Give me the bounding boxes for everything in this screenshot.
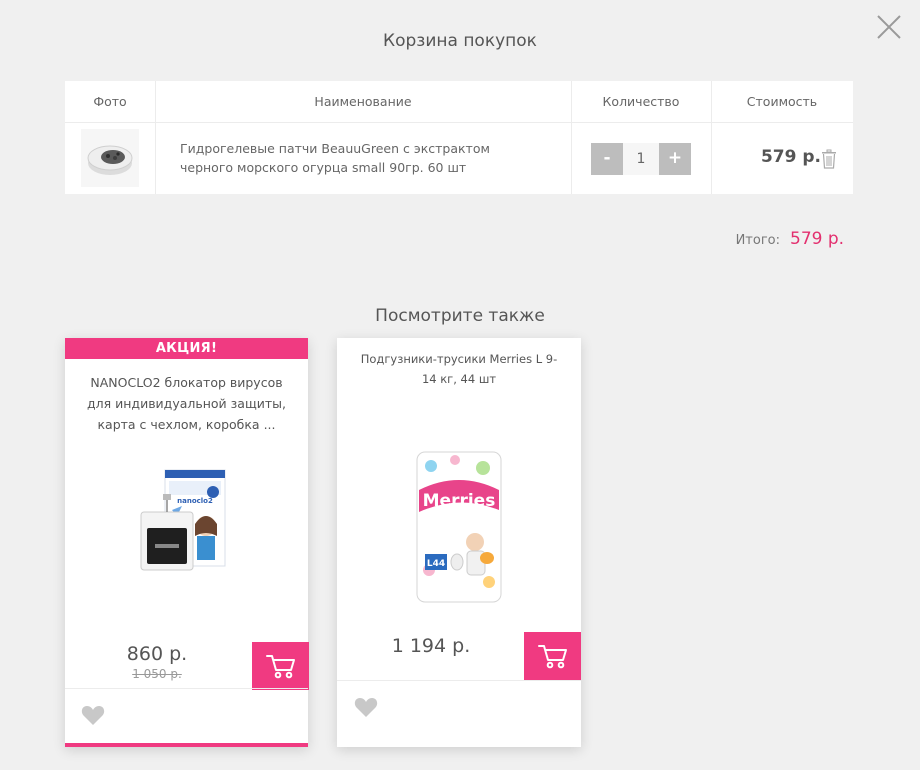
add-to-cart-button[interactable] [524, 632, 581, 680]
table-header: Фото Наименование Количество Стоимость [65, 81, 853, 123]
header-photo: Фото [93, 94, 127, 109]
header-cost: Стоимость [746, 94, 818, 109]
header-quantity: Количество [602, 94, 680, 109]
promo-badge: АКЦИЯ! [65, 338, 308, 359]
total-label: Итого: [735, 233, 780, 248]
column-divider [155, 81, 156, 194]
cart-icon [265, 655, 295, 679]
trash-icon[interactable] [821, 149, 837, 169]
qty-input[interactable]: 1 [623, 143, 659, 175]
product-size-badge: L44 [427, 559, 445, 569]
header-name: Наименование [314, 94, 412, 109]
card-accent-line [65, 743, 308, 747]
product-old-price: 1 050 р. [132, 667, 182, 681]
product-price: 1 194 р. [391, 635, 471, 657]
product-image-text: nanoclo2 [177, 497, 213, 505]
product-card[interactable]: АКЦИЯ! NANOCLO2 блокатор вирусов для инд… [65, 338, 309, 747]
modal-title: Корзина покупок [383, 31, 537, 51]
product-name[interactable]: Гидрогелевые патчи BeauuGreen с экстракт… [180, 139, 540, 177]
heart-icon[interactable] [81, 704, 105, 726]
product-image[interactable]: nanoclo2 [127, 468, 257, 580]
qty-decrease-button[interactable]: - [591, 143, 623, 175]
product-image-text: Merries [423, 491, 496, 511]
cart-icon [537, 645, 567, 669]
recommendations-title: Посмотрите также [375, 306, 545, 326]
row-price: 579 р. [760, 147, 821, 167]
cart-table: Фото Наименование Количество Стоимость Г… [65, 81, 853, 194]
column-divider [711, 81, 712, 194]
total-value: 579 р. [790, 229, 845, 249]
card-divider [337, 680, 581, 681]
add-to-cart-button[interactable] [252, 642, 309, 690]
product-image[interactable]: Merries L44 [415, 450, 503, 606]
heart-icon[interactable] [354, 696, 378, 718]
column-divider [571, 81, 572, 194]
product-thumbnail[interactable] [81, 129, 139, 187]
card-divider [65, 688, 308, 689]
qty-increase-button[interactable]: + [659, 143, 691, 175]
product-card[interactable]: Подгузники-трусики Merries L 9-14 кг, 44… [337, 338, 581, 747]
product-price: 860 р. [126, 643, 188, 665]
product-card-name[interactable]: Подгузники-трусики Merries L 9-14 кг, 44… [355, 349, 563, 389]
product-card-name[interactable]: NANOCLO2 блокатор вирусов для индивидуал… [85, 372, 288, 435]
